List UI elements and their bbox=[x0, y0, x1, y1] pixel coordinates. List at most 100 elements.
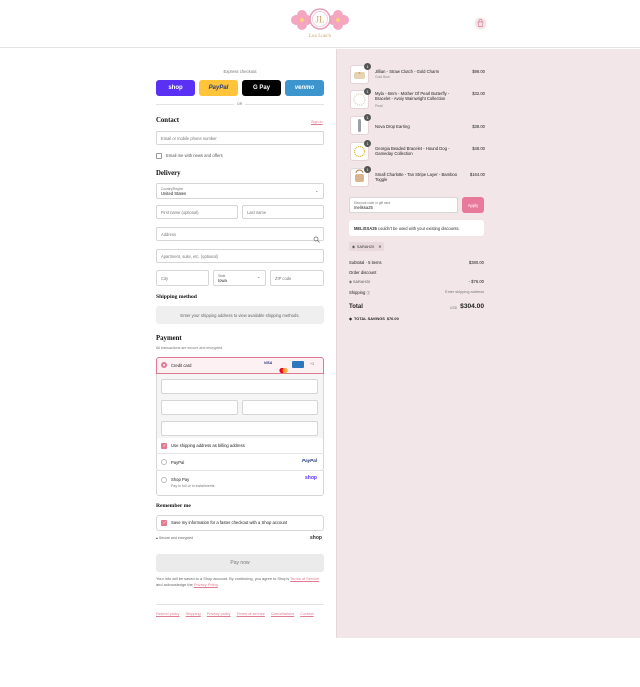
billing-address-label: Use shipping address as billing address bbox=[171, 443, 245, 448]
store-logo[interactable]: JL Lux Lunch bbox=[287, 5, 353, 43]
card-number-field[interactable] bbox=[161, 379, 318, 394]
or-divider-label: OR bbox=[234, 102, 246, 106]
credit-card-radio[interactable] bbox=[161, 362, 167, 368]
discount-value: melissa25 bbox=[354, 204, 373, 210]
legal-period: . bbox=[217, 582, 219, 588]
name-on-card-field[interactable] bbox=[161, 421, 318, 436]
contact-link[interactable]: Contact bbox=[300, 611, 313, 616]
quantity-badge: 1 bbox=[364, 88, 371, 95]
sign-in-link[interactable]: Sign in bbox=[311, 120, 323, 124]
legal-text-2: and acknowledge the bbox=[156, 582, 193, 588]
quantity-badge: 1 bbox=[364, 63, 371, 70]
paypal-button[interactable]: PayPal bbox=[199, 80, 238, 96]
city-field[interactable]: City bbox=[156, 270, 209, 286]
item-price: $164.00 bbox=[469, 172, 485, 177]
google-pay-button[interactable]: G Pay bbox=[242, 80, 281, 96]
paypal-radio[interactable] bbox=[161, 459, 167, 465]
country-select[interactable]: Country/Region United States bbox=[156, 183, 324, 199]
shipping-link[interactable]: Shipping bbox=[186, 611, 201, 616]
lock-icon: 🔒︎ bbox=[156, 536, 158, 540]
venmo-button[interactable]: venmo bbox=[285, 80, 324, 96]
subtotal-value: $380.00 bbox=[468, 260, 484, 265]
terms-of-service-footer-link[interactable]: Terms of service bbox=[237, 611, 265, 616]
shop-pay-button[interactable]: shop bbox=[156, 80, 195, 96]
refund-policy-link[interactable]: Refund policy bbox=[156, 611, 180, 616]
item-name: Small Charlotte - Tan Stripe Layer - Bam… bbox=[375, 172, 458, 183]
city-placeholder: City bbox=[161, 275, 169, 281]
expiration-field[interactable] bbox=[161, 400, 238, 415]
address-placeholder: Address bbox=[161, 231, 177, 237]
last-name-placeholder: Last name bbox=[247, 209, 267, 215]
zip-field[interactable]: ZIP code bbox=[270, 270, 324, 286]
cancellations-link[interactable]: Cancellations bbox=[271, 611, 294, 616]
legal-text-1: Your info will be saved to a Shop accoun… bbox=[156, 576, 290, 581]
savings-label: TOTAL SAVINGS bbox=[354, 316, 385, 321]
divider bbox=[156, 604, 324, 605]
shipping-value: Enter shipping address bbox=[445, 290, 484, 294]
billing-address-checkbox[interactable] bbox=[161, 443, 167, 449]
item-price: $38.00 bbox=[472, 124, 485, 129]
search-icon bbox=[313, 230, 320, 248]
last-name-field[interactable]: Last name bbox=[242, 205, 324, 219]
discount-code-value: SARAH20 bbox=[352, 280, 371, 284]
total-label: Total bbox=[349, 304, 363, 310]
google-pay-label: G Pay bbox=[252, 85, 270, 91]
terms-of-service-link[interactable]: Terms of Service bbox=[290, 576, 319, 581]
product-thumbnail: 1 bbox=[350, 88, 371, 109]
remove-discount-icon[interactable]: ✕ bbox=[378, 244, 381, 249]
logo-text: Lux Lunch bbox=[308, 34, 332, 39]
shipping-label: Shipping bbox=[349, 290, 366, 295]
footer-links: Refund policy Shipping Privacy policy Te… bbox=[156, 611, 324, 616]
item-price: $32.00 bbox=[472, 91, 485, 96]
header: JL Lux Lunch bbox=[0, 0, 640, 48]
amex-icon bbox=[292, 361, 304, 368]
privacy-policy-link[interactable]: Privacy Policy bbox=[194, 582, 218, 587]
savings-value: $76.00 bbox=[386, 316, 399, 321]
item-name: Myla - 6mm - Mother Of Pearl Butterfly -… bbox=[375, 91, 450, 102]
discount-error: MELISSA25 couldn't be used with your exi… bbox=[349, 220, 484, 236]
product-thumbnail: 1 bbox=[350, 140, 371, 161]
secure-note: 🔒︎ Secure and encrypted bbox=[156, 536, 193, 540]
shop-logo: shop bbox=[310, 535, 322, 541]
currency-label: USD bbox=[450, 306, 458, 310]
pay-now-label: Pay now bbox=[230, 560, 250, 566]
security-code-field[interactable] bbox=[242, 400, 318, 415]
email-field[interactable]: Email or mobile phone number bbox=[156, 131, 324, 145]
svg-text:JL: JL bbox=[316, 15, 325, 25]
applied-discount-code: SARAH20 bbox=[356, 244, 375, 249]
shop-pay-radio[interactable] bbox=[161, 477, 167, 483]
shopping-bag-icon[interactable] bbox=[474, 17, 487, 30]
remember-me-heading: Remember me bbox=[156, 503, 191, 509]
order-discount-code: ◈ SARAH20 bbox=[349, 279, 370, 284]
quantity-badge: 1 bbox=[364, 114, 371, 121]
secure-label: Secure and encrypted bbox=[158, 536, 194, 540]
news-checkbox[interactable] bbox=[156, 153, 162, 159]
country-value: United States bbox=[161, 190, 187, 196]
order-summary-panel bbox=[336, 49, 640, 638]
first-name-placeholder: First name (optional) bbox=[161, 209, 199, 215]
apartment-field[interactable]: Apartment, suite, etc. (optional) bbox=[156, 249, 324, 263]
item-name: Georgia Beaded Bracelet - Hound Dog - Ga… bbox=[375, 146, 450, 157]
email-placeholder: Email or mobile phone number bbox=[161, 135, 217, 141]
apply-label: Apply bbox=[467, 202, 479, 208]
total-value: $304.00 bbox=[460, 303, 484, 310]
discount-field[interactable]: Discount code or gift card melissa25 bbox=[349, 197, 458, 213]
item-variant: Pearl bbox=[375, 104, 383, 108]
remember-me-checkbox[interactable] bbox=[161, 520, 167, 526]
privacy-policy-footer-link[interactable]: Privacy policy bbox=[207, 611, 231, 616]
more-cards-label: +3 bbox=[310, 362, 315, 366]
contact-heading: Contact bbox=[156, 117, 180, 124]
visa-icon: VISA bbox=[264, 361, 273, 365]
apply-button[interactable]: Apply bbox=[462, 197, 484, 213]
info-icon[interactable]: ⓘ bbox=[366, 291, 370, 295]
product-thumbnail: 1 bbox=[350, 114, 371, 135]
delivery-heading: Delivery bbox=[156, 170, 181, 177]
address-field[interactable]: Address bbox=[156, 227, 324, 241]
shop-pay-sublabel: Pay in full or in installments bbox=[171, 484, 215, 488]
first-name-field[interactable]: First name (optional) bbox=[156, 205, 238, 219]
shop-pay-option-label: Shop Pay bbox=[171, 477, 190, 482]
item-variant: Gold Bow bbox=[375, 75, 390, 79]
venmo-label: venmo bbox=[294, 85, 315, 91]
pay-now-button[interactable]: Pay now bbox=[156, 554, 324, 572]
credit-card-label: Credit card bbox=[171, 363, 192, 368]
